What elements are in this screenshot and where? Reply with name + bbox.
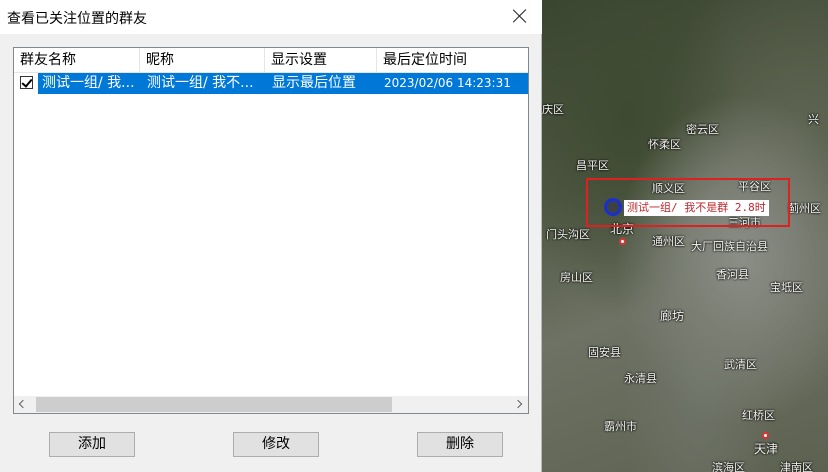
map-label: 永清县 — [624, 372, 657, 385]
map-label: 霸州市 — [604, 420, 637, 433]
scroll-left-icon[interactable] — [14, 396, 31, 413]
map-label: 香河县 — [716, 268, 749, 281]
map-label: 怀柔区 — [648, 138, 681, 151]
map-label-city: 廊坊 — [660, 309, 685, 323]
list-header: 群友名称 昵称 显示设置 最后定位时间 — [14, 48, 528, 73]
map-label: 庆区 — [542, 103, 564, 116]
map-label: 房山区 — [560, 271, 593, 284]
cell-name: 测试一组/ 我... — [42, 75, 135, 91]
delete-button[interactable]: 删除 — [417, 432, 503, 457]
column-header-display[interactable]: 显示设置 — [265, 48, 377, 72]
cell-nickname: 测试一组/ 我不... — [147, 75, 254, 91]
map-label: 固安县 — [588, 346, 621, 359]
location-marker-icon[interactable] — [604, 198, 622, 216]
map-label: 蓟州区 — [788, 202, 821, 215]
close-icon[interactable] — [512, 8, 528, 24]
friends-list[interactable]: 群友名称 昵称 显示设置 最后定位时间 测试一组/ 我... 测试一组/ 我不.… — [13, 47, 529, 414]
followed-friends-dialog: 查看已关注位置的群友 群友名称 昵称 显示设置 最后定位时间 测试一组/ 我..… — [0, 0, 542, 472]
row-selection[interactable]: 测试一组/ 我... 测试一组/ 我不... 显示最后位置 2023/02/06… — [38, 73, 528, 94]
marker-label: 测试一组/ 我不是群 2.8时 — [624, 200, 769, 216]
table-row[interactable]: 测试一组/ 我... 测试一组/ 我不... 显示最后位置 2023/02/06… — [14, 73, 528, 94]
add-button[interactable]: 添加 — [49, 432, 135, 457]
map-label: 通州区 — [652, 235, 685, 248]
scroll-right-icon[interactable] — [511, 396, 528, 413]
map-label-city: 天津 — [754, 442, 779, 456]
map-label: 兴 — [808, 113, 819, 126]
column-header-name[interactable]: 群友名称 — [14, 48, 140, 72]
map-label: 宝坻区 — [770, 281, 803, 294]
scroll-thumb[interactable] — [36, 397, 392, 412]
map-label: 大厂回族自治县 — [691, 240, 768, 253]
column-header-nickname[interactable]: 昵称 — [140, 48, 265, 72]
cell-last-time: 2023/02/06 14:23:31 — [384, 76, 511, 90]
map-label: 红桥区 — [742, 409, 775, 422]
horizontal-scrollbar[interactable] — [14, 396, 528, 413]
city-marker-icon — [762, 432, 769, 439]
map-label: 津南区 — [780, 461, 813, 472]
map-label: 门头沟区 — [546, 228, 590, 241]
cell-display: 显示最后位置 — [272, 75, 356, 91]
map-label: 昌平区 — [576, 159, 609, 172]
edit-button[interactable]: 修改 — [233, 432, 319, 457]
row-checkbox[interactable] — [20, 76, 33, 89]
map-label: 武清区 — [724, 358, 757, 371]
dialog-title: 查看已关注位置的群友 — [7, 11, 147, 27]
city-marker-icon — [619, 238, 626, 245]
map-label: 密云区 — [686, 123, 719, 136]
column-header-last-time[interactable]: 最后定位时间 — [377, 48, 528, 72]
checkmark-icon — [21, 76, 33, 88]
map-view[interactable]: 庆区 兴 密云区 怀柔区 昌平区 顺义区 平谷区 蓟州区 门头沟区 北京 通州区… — [542, 0, 828, 472]
map-label: 滨海区 — [712, 461, 745, 472]
title-bar: 查看已关注位置的群友 — [0, 0, 542, 34]
